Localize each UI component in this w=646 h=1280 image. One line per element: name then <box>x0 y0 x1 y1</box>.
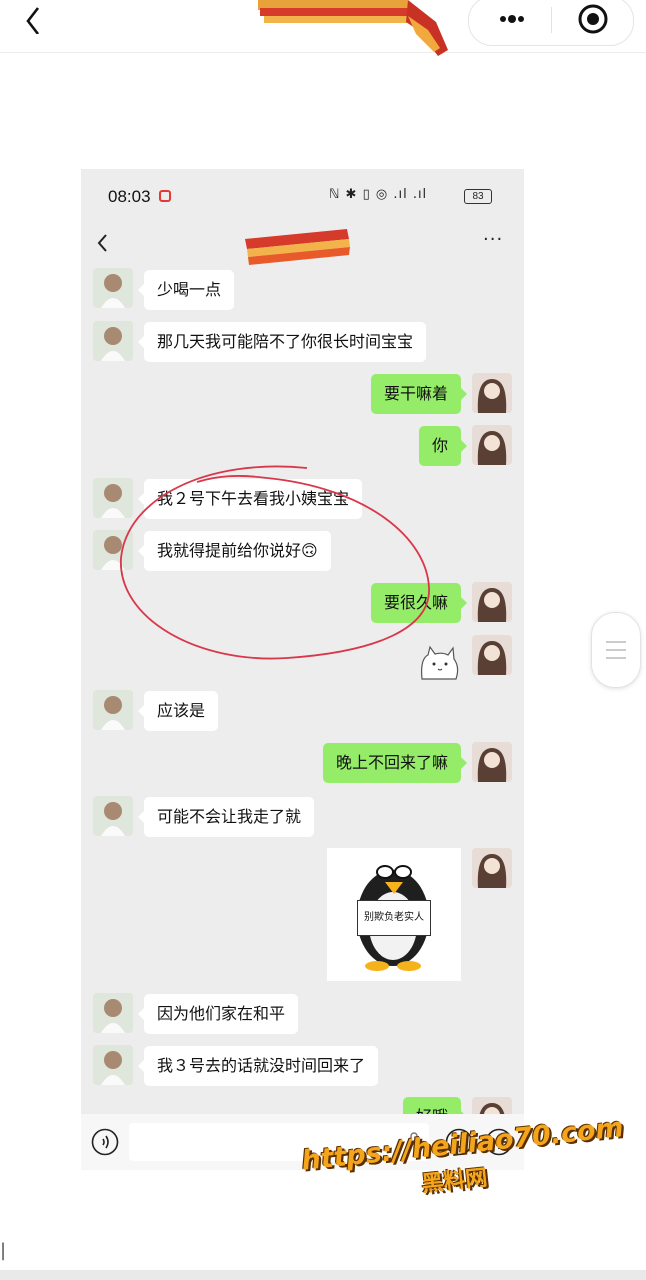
contact-avatar[interactable] <box>93 1045 133 1085</box>
screen-record-icon <box>159 190 171 202</box>
self-avatar[interactable] <box>472 635 512 675</box>
message-bubble[interactable]: 那几天我可能陪不了你很长时间宝宝 <box>137 322 427 362</box>
red-circle-annotation <box>120 465 430 660</box>
capsule-divider <box>551 7 552 33</box>
message-bubble[interactable]: 应该是 <box>137 691 219 731</box>
self-avatar[interactable] <box>472 742 512 782</box>
penguin-sticker-image[interactable]: 别欺负老实人 <box>327 848 461 981</box>
self-avatar[interactable] <box>472 373 512 413</box>
redaction-scribble <box>258 0 448 56</box>
contact-avatar[interactable] <box>93 268 133 308</box>
message-bubble[interactable]: 要干嘛着 <box>370 374 468 414</box>
status-bar: 08:03 ℕ ✱ ▯ ◎ .ıl .ıl 83 <box>81 169 524 223</box>
mini-program-topbar <box>0 0 646 56</box>
chat-screenshot: 08:03 ℕ ✱ ▯ ◎ .ıl .ıl 83 ··· 少喝一点 那几天我可能… <box>81 169 524 1170</box>
message-bubble[interactable]: 晚上不回来了嘛 <box>322 743 468 783</box>
voice-icon[interactable] <box>91 1128 119 1156</box>
self-avatar[interactable] <box>472 425 512 465</box>
message-bubble[interactable]: 因为他们家在和平 <box>137 994 299 1034</box>
contact-avatar[interactable] <box>93 321 133 361</box>
chevron-left-icon[interactable] <box>95 233 111 253</box>
more-dots-icon[interactable] <box>499 9 525 29</box>
status-icons: ℕ ✱ ▯ ◎ .ıl .ıl <box>329 187 428 202</box>
battery-level: 83 <box>464 189 492 204</box>
chat-more-button[interactable]: ··· <box>483 229 503 250</box>
contact-avatar[interactable] <box>93 796 133 836</box>
self-avatar[interactable] <box>472 582 512 622</box>
status-time: 08:03 <box>108 187 151 206</box>
contact-avatar[interactable] <box>93 690 133 730</box>
message-bubble[interactable]: 我３号去的话就没时间回来了 <box>137 1046 379 1086</box>
sticker-caption: 别欺负老实人 <box>357 900 431 936</box>
mini-program-capsule <box>468 0 634 46</box>
self-avatar[interactable] <box>472 848 512 888</box>
floating-side-handle[interactable] <box>591 612 641 688</box>
edge-mark: | <box>0 1240 7 1261</box>
contact-avatar[interactable] <box>93 993 133 1033</box>
message-bubble[interactable]: 可能不会让我走了就 <box>137 797 315 837</box>
target-close-icon[interactable] <box>577 3 609 35</box>
message-bubble[interactable]: 少喝一点 <box>137 270 235 310</box>
chevron-left-icon[interactable] <box>20 4 50 34</box>
menu-lines-icon <box>606 641 626 659</box>
redaction-scribble <box>245 229 350 265</box>
bottom-edge <box>0 1270 646 1280</box>
